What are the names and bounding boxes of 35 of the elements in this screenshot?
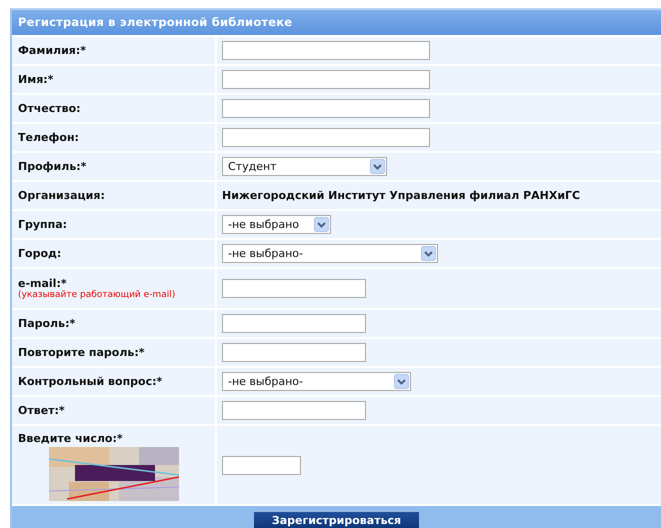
field-label: Профиль:* [18,160,88,173]
input-field[interactable] [222,279,366,298]
field-label: Введите число:* [18,432,124,445]
field-label: Ответ:* [18,404,66,417]
dropdown[interactable]: -не выбрано [222,215,331,234]
dropdown[interactable]: -не выбрано- [222,372,411,391]
register-button[interactable]: Зарегистрироваться [253,511,420,528]
field-label: Фамилия:* [18,44,88,57]
dropdown[interactable]: -не выбрано- [222,244,438,263]
input-field[interactable] [222,70,430,89]
field-label: Повторите пароль:* [18,346,146,359]
field-label: Группа: [18,218,68,231]
input-field[interactable] [222,314,366,333]
field-label: e-mail:* [18,277,68,290]
chevron-down-icon [314,217,329,232]
form-header: Регистрация в электронной библиотеке [12,10,661,35]
field-label: Город: [18,247,62,260]
chevron-down-icon [370,159,385,174]
input-field[interactable] [222,401,366,420]
chevron-down-icon [421,246,436,261]
chevron-down-icon [394,374,409,389]
field-hint: (указывайте работающий e-mail) [18,290,176,300]
input-field[interactable] [222,456,301,474]
field-label: Отчество: [18,102,82,115]
field-label: Телефон: [18,131,80,144]
field-label: Контрольный вопрос:* [18,375,164,388]
input-field[interactable] [222,41,430,60]
field-label: Организация: [18,189,106,202]
input-field[interactable] [222,128,430,147]
organization-text: Нижегородский Институт Управления филиал РАНХиГС [222,189,580,202]
dropdown[interactable]: Студент [222,157,387,176]
input-field[interactable] [222,99,430,118]
input-field[interactable] [222,343,366,362]
field-label: Имя:* [18,73,54,86]
field-label: Пароль:* [18,317,76,330]
